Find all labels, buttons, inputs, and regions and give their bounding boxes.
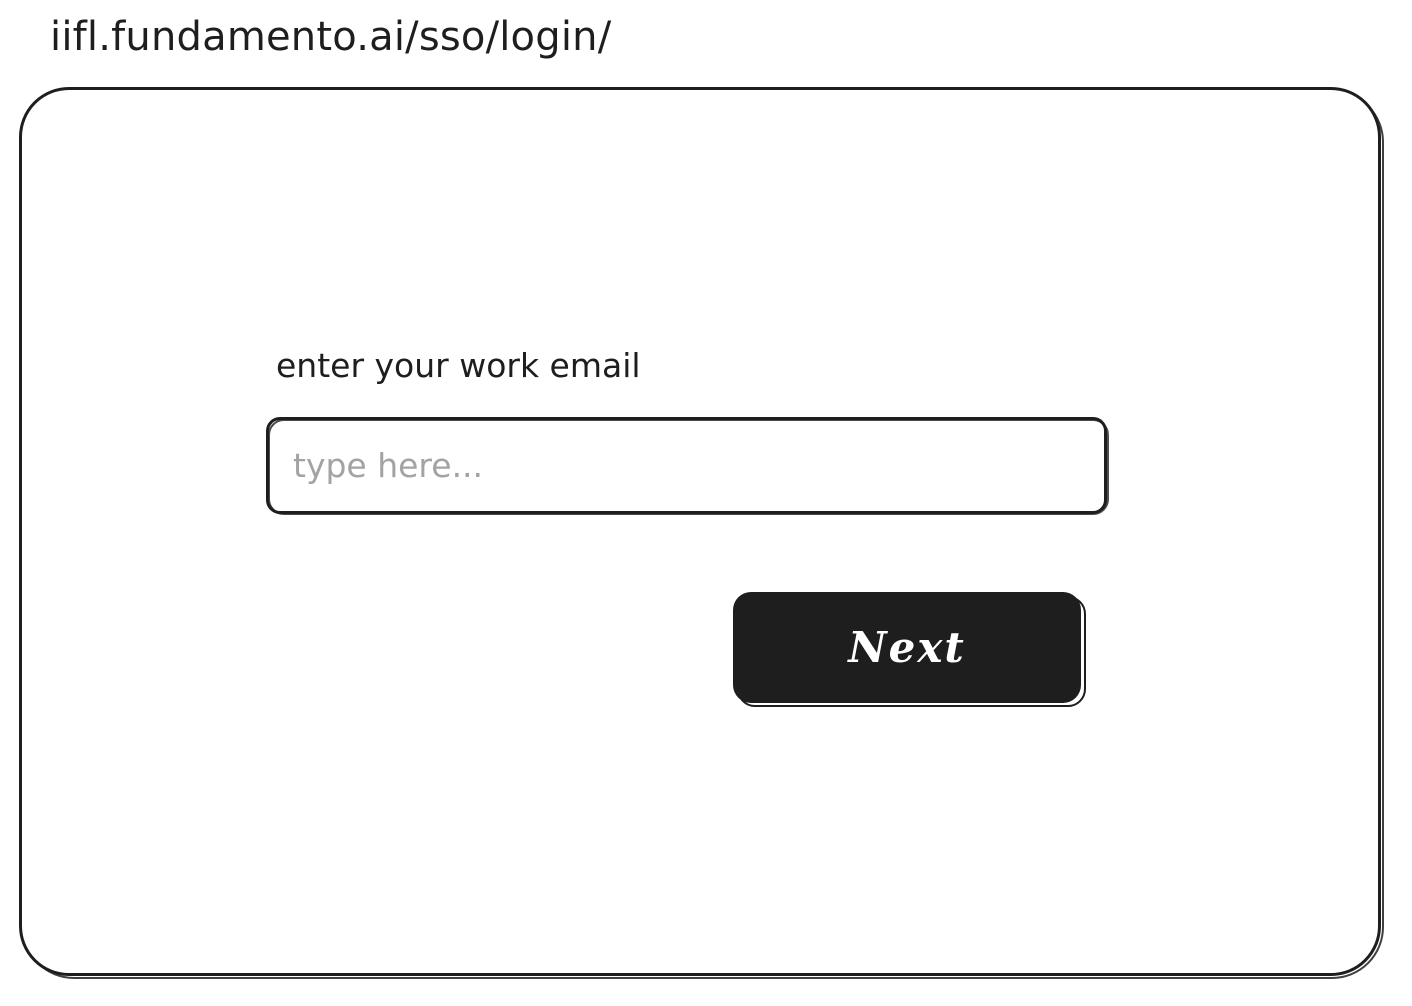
page-url: iifl.fundamento.ai/sso/login/ bbox=[50, 14, 612, 60]
email-label: enter your work email bbox=[276, 346, 641, 385]
login-window bbox=[19, 87, 1381, 976]
next-button[interactable]: Next bbox=[733, 592, 1081, 703]
email-input[interactable] bbox=[266, 417, 1107, 514]
